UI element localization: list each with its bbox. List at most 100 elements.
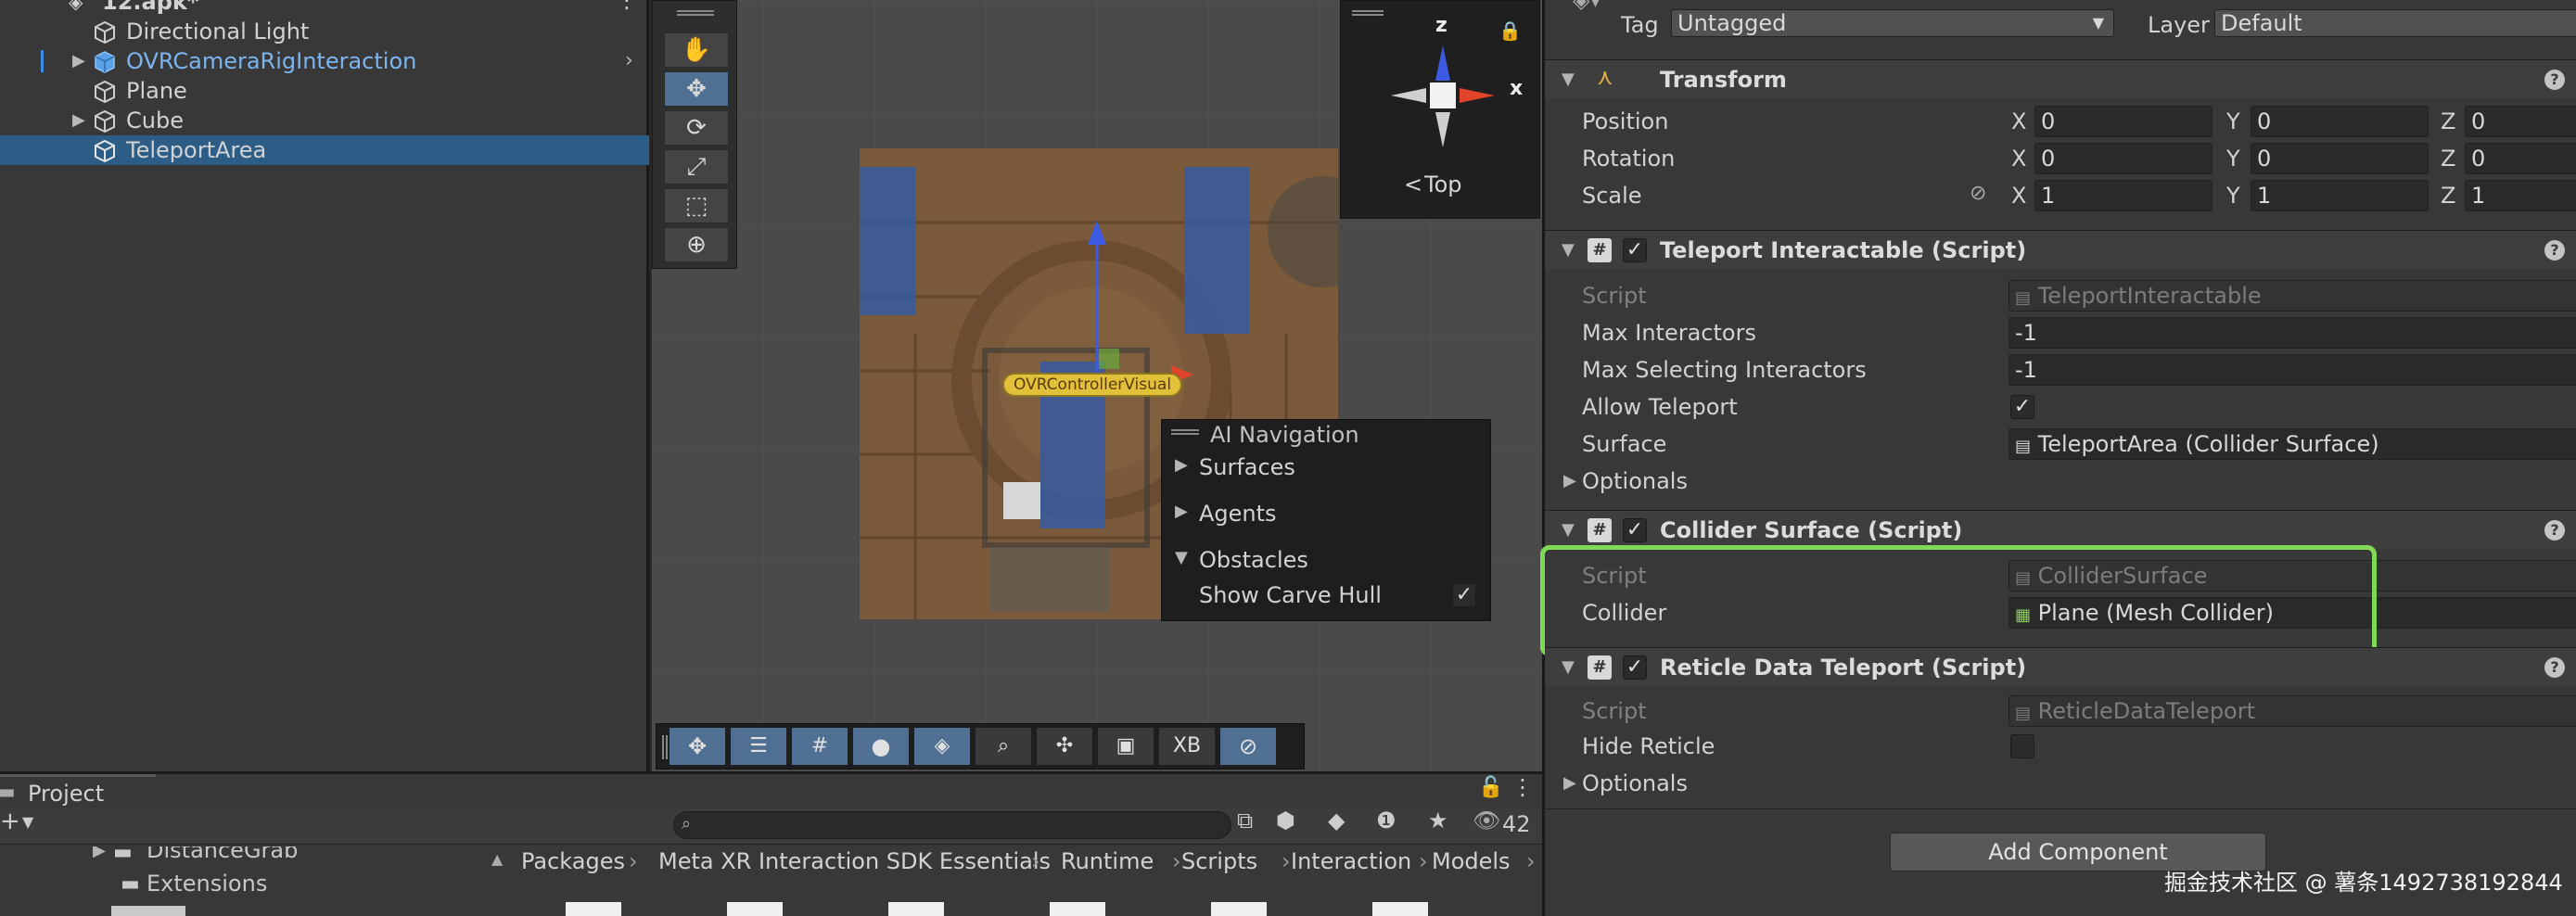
asset-thumbnail[interactable] [1211,902,1267,916]
lock-icon[interactable]: 🔓 [1478,776,1503,799]
expand-arrow-icon[interactable]: ▶ [1563,471,1576,490]
view-name-label[interactable]: Top [1424,172,1462,197]
component-enabled-checkbox[interactable]: ✓ [1623,518,1647,542]
position-x-field[interactable]: 0 [2034,106,2213,137]
pivot-button[interactable]: ✣ [1037,728,1092,765]
asset-thumbnail[interactable] [1372,902,1428,916]
drag-handle-icon[interactable] [1171,429,1199,435]
obstacles-foldout[interactable]: ▼ Obstacles [1175,544,1472,576]
scene-view[interactable]: OVRControllerVisual ✋ ✥ ⟳ ⤢ ⬚ ⊕ 🔒 z x < … [652,0,1542,771]
move-gizmo[interactable] [1004,211,1208,397]
breadcrumb-item[interactable]: Runtime [1061,848,1154,874]
breadcrumb-item[interactable]: Meta XR Interaction SDK Essentials [658,848,1051,874]
position-z-field[interactable]: 0 [2465,106,2576,137]
orientation-gizmo-panel[interactable]: 🔒 z x < Top [1340,0,1540,219]
expand-arrow-icon[interactable]: ▶ [1563,773,1576,793]
tag-dropdown[interactable]: Untagged ▼ [1671,9,2114,37]
grid-settings-button[interactable]: ☰ [731,728,786,765]
rect-tool-button[interactable]: ⬚ [664,188,729,223]
reticle-data-teleport-header[interactable]: ▼ # ✓ Reticle Data Teleport (Script) ? [1545,647,2576,686]
help-icon[interactable]: ? [2544,657,2565,678]
more-menu-icon[interactable]: ⋮ [1511,774,1534,800]
rotate-tool-button[interactable]: ⟳ [664,110,729,146]
hierarchy-item-teleportarea[interactable]: TeleportArea [0,135,649,165]
collapse-arrow-icon[interactable]: ▼ [1562,657,1575,677]
component-enabled-checkbox[interactable]: ✓ [1623,238,1647,262]
teleport-interactable-header[interactable]: ▼ # ✓ Teleport Interactable (Script) ? [1545,230,2576,269]
breadcrumb-item[interactable]: Models [1432,848,1511,874]
rotation-x-field[interactable]: 0 [2034,143,2213,174]
allow-teleport-checkbox[interactable]: ✓ [2010,395,2034,419]
help-icon[interactable]: ? [2544,520,2565,541]
component-enabled-checkbox[interactable]: ✓ [1623,655,1647,680]
layer-dropdown[interactable]: Default [2214,9,2576,37]
filter-type-icon[interactable]: ⬢ [1276,808,1295,833]
transform-header[interactable]: ▼ ⋏ Transform ? [1545,59,2576,98]
dropdown-arrow-icon[interactable]: ▼ [22,813,33,831]
drag-handle-icon[interactable] [662,735,668,759]
warning-icon[interactable]: ❶ [1376,808,1396,833]
object-label-badge[interactable]: OVRControllerVisual [1002,373,1183,397]
navigation-button[interactable]: ⊘ [1220,728,1276,765]
asset-thumbnail[interactable] [1050,902,1105,916]
tab-project[interactable]: ▬ Project [0,774,156,808]
collapse-arrow-icon[interactable]: ▼ [1562,520,1575,540]
favorite-star-icon[interactable]: ★ [1428,808,1448,833]
chevron-right-icon[interactable]: › [625,46,633,76]
breadcrumb-item[interactable]: Packages [521,848,625,874]
search-by-type-icon[interactable]: ⧉ [1237,808,1253,833]
move-overlay-button[interactable]: ✥ [670,728,725,765]
rotation-z-field[interactable]: 0 [2465,143,2576,174]
search-overlay-button[interactable]: ⌕ [976,728,1031,765]
collapse-arrow-icon[interactable]: ▼ [1562,240,1575,260]
xb-button[interactable]: XB [1159,728,1215,765]
asset-thumbnail[interactable] [566,902,621,916]
scale-x-field[interactable]: 1 [2034,180,2213,211]
layers-button[interactable]: ◈ [914,728,970,765]
show-carve-hull-checkbox[interactable]: ✓ [1452,583,1476,607]
grid-toggle-button[interactable]: # [792,728,848,765]
collider-surface-header[interactable]: ▼ # ✓ Collider Surface (Script) ? [1545,510,2576,549]
hierarchy-item-directional-light[interactable]: Directional Light [0,17,649,46]
rotation-y-field[interactable]: 0 [2251,143,2429,174]
position-y-field[interactable]: 0 [2251,106,2429,137]
move-tool-button[interactable]: ✥ [664,71,729,107]
more-menu-icon[interactable]: ⋮ [616,0,638,15]
scale-y-field[interactable]: 1 [2251,180,2429,211]
drag-handle-icon[interactable] [1352,10,1384,16]
label-tag-icon[interactable]: ◆ [1328,808,1345,833]
hierarchy-scene-row[interactable]: ◈ 12.apk* ⋮ [0,0,649,17]
max-interactors-field[interactable]: -1 [2009,317,2576,349]
surface-object-field[interactable]: ▤ TeleportArea (Collider Surface) [2009,428,2576,460]
constrain-proportions-icon[interactable]: ⊘ [1970,182,1986,205]
scale-tool-button[interactable]: ⤢ [664,149,729,184]
add-icon[interactable]: + [0,808,20,835]
expand-arrow-icon[interactable]: ▶ [72,106,85,135]
optionals-foldout[interactable]: Optionals [1582,465,1688,497]
help-icon[interactable]: ? [2544,70,2565,90]
visibility-eye-icon[interactable]: 👁 [1473,808,1500,833]
scale-z-field[interactable]: 1 [2465,180,2576,211]
drag-handle-icon[interactable] [677,10,714,16]
hand-tool-button[interactable]: ✋ [664,32,729,68]
hierarchy-item-ovrcamerariginteraction[interactable]: ▶ OVRCameraRigInteraction › [0,46,649,76]
breadcrumb-item[interactable]: Scripts [1181,848,1257,874]
axis-gizmo[interactable] [1378,18,1508,157]
agents-foldout[interactable]: ▶ Agents [1175,498,1472,529]
hierarchy-item-cube[interactable]: ▶ Cube [0,106,649,135]
hide-reticle-checkbox[interactable] [2010,734,2034,758]
transform-tool-button[interactable]: ⊕ [664,227,729,262]
surfaces-foldout[interactable]: ▶ Surfaces [1175,452,1472,483]
asset-thumbnail[interactable] [727,902,783,916]
shading-button[interactable]: ● [853,728,909,765]
optionals-foldout[interactable]: Optionals [1582,768,1688,799]
breadcrumb-item[interactable]: Interaction [1291,848,1411,874]
camera-button[interactable]: ▣ [1098,728,1154,765]
scroll-up-icon[interactable]: ▲ [491,850,503,868]
asset-thumbnail[interactable] [888,902,944,916]
collapse-arrow-icon[interactable]: ▼ [1562,70,1575,89]
expand-arrow-icon[interactable]: ▶ [72,46,85,76]
help-icon[interactable]: ? [2544,240,2565,261]
search-input[interactable]: ⌕ [673,811,1231,839]
max-selecting-interactors-field[interactable]: -1 [2009,354,2576,386]
